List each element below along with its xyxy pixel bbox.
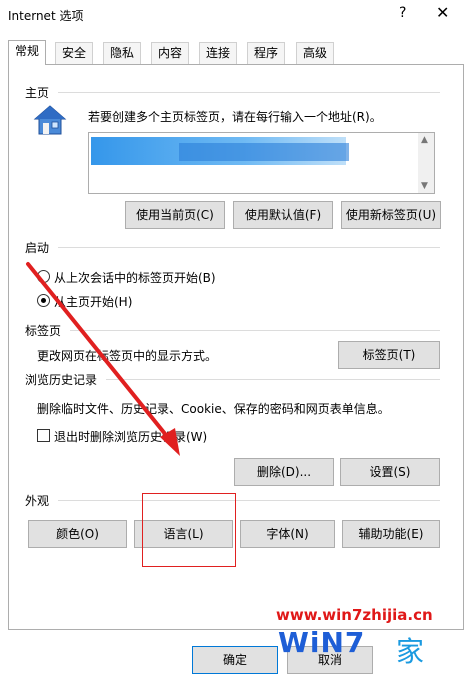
highlight-box [142, 493, 236, 567]
redacted-url [179, 143, 349, 161]
delete-button[interactable]: 删除(D)... [234, 458, 334, 486]
home-icon [33, 105, 67, 135]
use-current-button[interactable]: 使用当前页(C) [125, 201, 225, 229]
tab-privacy[interactable]: 隐私 [103, 42, 142, 64]
delete-on-exit-checkbox[interactable] [37, 429, 50, 442]
divider [58, 500, 440, 501]
radio-last-session[interactable] [37, 270, 50, 283]
home-description: 若要创建多个主页标签页，请在每行输入一个地址(R)。 [88, 110, 382, 124]
divider [58, 92, 440, 93]
use-new-tab-button[interactable]: 使用新标签页(U) [341, 201, 441, 229]
colors-button[interactable]: 颜色(O) [28, 520, 127, 548]
window-title: Internet 选项 [8, 9, 84, 23]
fonts-button[interactable]: 字体(N) [240, 520, 335, 548]
tabs-button[interactable]: 标签页(T) [338, 341, 440, 369]
textarea-scrollbar[interactable]: ▲ ▼ [418, 133, 434, 193]
close-button[interactable]: ✕ [436, 3, 449, 22]
divider [106, 379, 440, 380]
ok-button[interactable]: 确定 [192, 646, 278, 674]
radio-home-page-label: 从主页开始(H) [54, 295, 133, 309]
delete-on-exit-label: 退出时删除浏览历史记录(W) [54, 430, 208, 444]
history-description: 删除临时文件、历史记录、Cookie、保存的密码和网页表单信息。 [37, 402, 390, 416]
tab-general[interactable]: 常规 [8, 40, 47, 65]
tab-advanced[interactable]: 高级 [296, 42, 335, 64]
watermark-logo: WiN7 [278, 626, 366, 659]
history-heading: 浏览历史记录 [25, 373, 98, 387]
tab-connections[interactable]: 连接 [199, 42, 238, 64]
startup-heading: 启动 [25, 241, 50, 255]
scroll-down-icon[interactable]: ▼ [421, 181, 428, 191]
home-pages-textarea[interactable]: ▲ ▼ [88, 132, 435, 194]
watermark-suffix: 家 [396, 635, 425, 668]
tab-security[interactable]: 安全 [55, 42, 94, 64]
tab-programs[interactable]: 程序 [247, 42, 286, 64]
appearance-heading: 外观 [25, 494, 50, 508]
radio-last-session-label: 从上次会话中的标签页开始(B) [54, 271, 216, 285]
scroll-up-icon[interactable]: ▲ [421, 135, 428, 145]
home-heading: 主页 [25, 86, 50, 100]
tabs-description: 更改网页在标签页中的显示方式。 [37, 349, 218, 363]
title-bar: Internet 选项 ? ✕ [0, 0, 473, 32]
history-settings-button[interactable]: 设置(S) [340, 458, 440, 486]
divider [58, 247, 440, 248]
accessibility-button[interactable]: 辅助功能(E) [342, 520, 440, 548]
help-button[interactable]: ? [399, 5, 406, 21]
use-default-button[interactable]: 使用默认值(F) [233, 201, 333, 229]
radio-home-page[interactable] [37, 294, 50, 307]
tabs-heading: 标签页 [25, 324, 62, 338]
tab-content[interactable]: 内容 [151, 42, 190, 64]
watermark-url: www.win7zhijia.cn [276, 606, 433, 624]
divider [70, 330, 440, 331]
